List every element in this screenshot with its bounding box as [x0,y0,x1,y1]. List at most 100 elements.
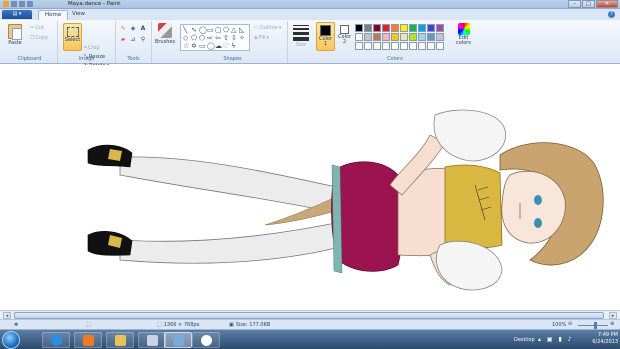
oval-shape-icon[interactable]: ◯ [199,26,207,34]
clock-date: 6/24/2013 [592,339,618,345]
status-bar: ✥ ⬚ ⬚ 1366 × 768px ▣ Size: 177.0KB 100% ⊖ … [0,319,620,329]
arrow-left-shape-icon[interactable]: ⇦ [215,34,221,42]
paint-menu-button[interactable]: ▤ ▾ [2,10,32,19]
tab-view[interactable]: View [66,10,91,20]
star-six-shape-icon[interactable]: ✡ [191,42,197,50]
drawing-canvas[interactable] [0,65,620,309]
eraser-icon[interactable]: ▰ [119,36,127,44]
size-button[interactable]: Size [293,25,309,50]
image-dimensions: ⬚ 1366 × 768px [157,322,200,328]
heart-shape-icon[interactable]: ♡ [223,42,229,50]
title-bar: Maya.dance - Paint – □ ✕ [0,0,620,9]
chevron-down-icon: ▾ [266,35,270,41]
taskbar-chat[interactable] [192,332,220,348]
taskbar-explorer[interactable] [106,332,134,348]
crop-label: Crop [87,45,100,51]
disk-icon: ▣ [229,322,234,328]
taskbar-ie[interactable] [42,332,70,348]
clock[interactable]: 7:49 PM 6/24/2013 [592,332,618,346]
minimize-button[interactable]: – [568,0,581,8]
outline-icon: ▭ [254,25,259,31]
horizontal-scrollbar[interactable]: ◂ ▸ [0,310,620,319]
right-triangle-shape-icon[interactable]: ◺ [239,26,244,34]
redo-icon[interactable] [27,1,33,7]
paste-icon [8,24,22,40]
polygon-shape-icon[interactable]: ⬠ [223,26,229,34]
hexagon-shape-icon[interactable]: ⬡ [199,34,205,42]
save-icon[interactable] [11,1,17,7]
paint-app-icon[interactable] [3,1,9,7]
copy-icon: ❐ [30,35,35,41]
rounded-rectangle-shape-icon[interactable]: ▢ [215,26,222,34]
group-label: Colors [387,56,403,62]
taskbar-media-player[interactable] [74,332,102,348]
clock-time: 7:49 PM [597,332,618,338]
help-icon[interactable]: ? [608,11,615,18]
callout-oval-shape-icon[interactable]: ◯ [207,42,215,50]
fill-button[interactable]: ◈ Fill ▾ [254,35,269,41]
arrow-up-shape-icon[interactable]: ⇧ [223,34,229,42]
scroll-right-button[interactable]: ▸ [609,312,617,319]
diamond-shape-icon[interactable]: ◇ [183,34,188,42]
pencil-icon[interactable]: ✎ [119,25,127,33]
scroll-left-button[interactable]: ◂ [3,312,11,319]
chat-icon [200,335,212,346]
window-title: Maya.dance - Paint [68,1,121,7]
brushes-label: Brushes [154,39,176,45]
arrow-right-shape-icon[interactable]: ⇨ [207,34,213,42]
line-shape-icon[interactable]: ╲ [183,26,187,34]
copy-button[interactable]: ❐ Copy [30,35,48,41]
chevron-down-icon: ▾ [278,25,282,31]
zoom-slider-thumb[interactable] [594,322,597,329]
star-five-shape-icon[interactable]: ☆ [183,42,189,50]
magnifier-icon[interactable]: ⚲ [139,36,147,44]
curve-shape-icon[interactable]: ∿ [191,26,197,34]
colors-group: Colors [312,21,478,63]
start-button[interactable] [2,331,20,349]
color-picker-icon[interactable]: ⊿ [129,36,137,44]
resize-icon: ⤡ [84,54,89,60]
dimensions-text: 1366 × 768px [163,322,200,328]
rectangle-shape-icon[interactable]: ▭ [207,26,214,34]
explorer-icon [114,335,126,346]
copy-label: Copy [35,35,49,41]
scroll-thumb[interactable] [14,312,604,319]
outline-button[interactable]: ▭ Outline ▾ [254,25,281,31]
desktop-toolbar[interactable]: Desktop [514,337,535,343]
quick-access-toolbar [3,1,33,7]
pentagon-shape-icon[interactable]: ⬠ [191,34,197,42]
select-button[interactable]: Select [63,23,82,51]
zoom-in-button[interactable]: ⊕ [610,321,614,327]
resize-label: Resize [89,54,106,60]
arrow-down-shape-icon[interactable]: ⇩ [231,34,237,42]
fill-icon[interactable]: ◈ [129,25,137,33]
resize-button[interactable]: ⤡ Resize [84,54,105,60]
group-label: Tools [127,56,140,62]
paste-label: Paste [8,40,22,46]
cursor-position-icon: ✥ [14,322,19,328]
tab-home[interactable]: Home [38,10,69,20]
close-button[interactable]: ✕ [596,0,618,8]
crop-button[interactable]: ⌗ Crop [84,45,100,51]
lightning-shape-icon[interactable]: ϟ [231,42,236,50]
paste-button[interactable]: Paste [5,24,25,46]
maximize-button[interactable]: □ [582,0,595,8]
cut-button[interactable]: ✂ Cut [30,25,44,31]
triangle-shape-icon[interactable]: △ [231,26,236,34]
taskbar-paint[interactable] [164,332,192,348]
fill-bucket-icon: ◈ [254,35,258,41]
brushes-button[interactable]: Brushes [154,23,176,45]
selection-size-icon: ⬚ [86,322,91,328]
undo-icon[interactable] [19,1,25,7]
outline-label: Outline [259,25,278,31]
dimensions-icon: ⬚ [157,322,162,328]
callout-cloud-shape-icon[interactable]: ☁ [215,42,222,50]
ribbon-tabs: ▤ ▾ Home View ? [0,9,620,20]
taskbar-paint-old[interactable] [138,332,166,348]
zoom-slider[interactable] [578,325,608,326]
text-icon[interactable]: A [139,25,147,33]
star-four-shape-icon[interactable]: ✧ [239,34,245,42]
shapes-gallery[interactable]: ╲ ∿ ◯ ▭ ▢ ⬠ △ ◺ ◇ ⬠ ⬡ ⇨ ⇦ ⇧ ⇩ ✧ ☆ ✡ ▭ ◯ … [180,24,250,51]
callout-rect-shape-icon[interactable]: ▭ [199,42,206,50]
zoom-out-button[interactable]: ⊖ [568,321,572,327]
